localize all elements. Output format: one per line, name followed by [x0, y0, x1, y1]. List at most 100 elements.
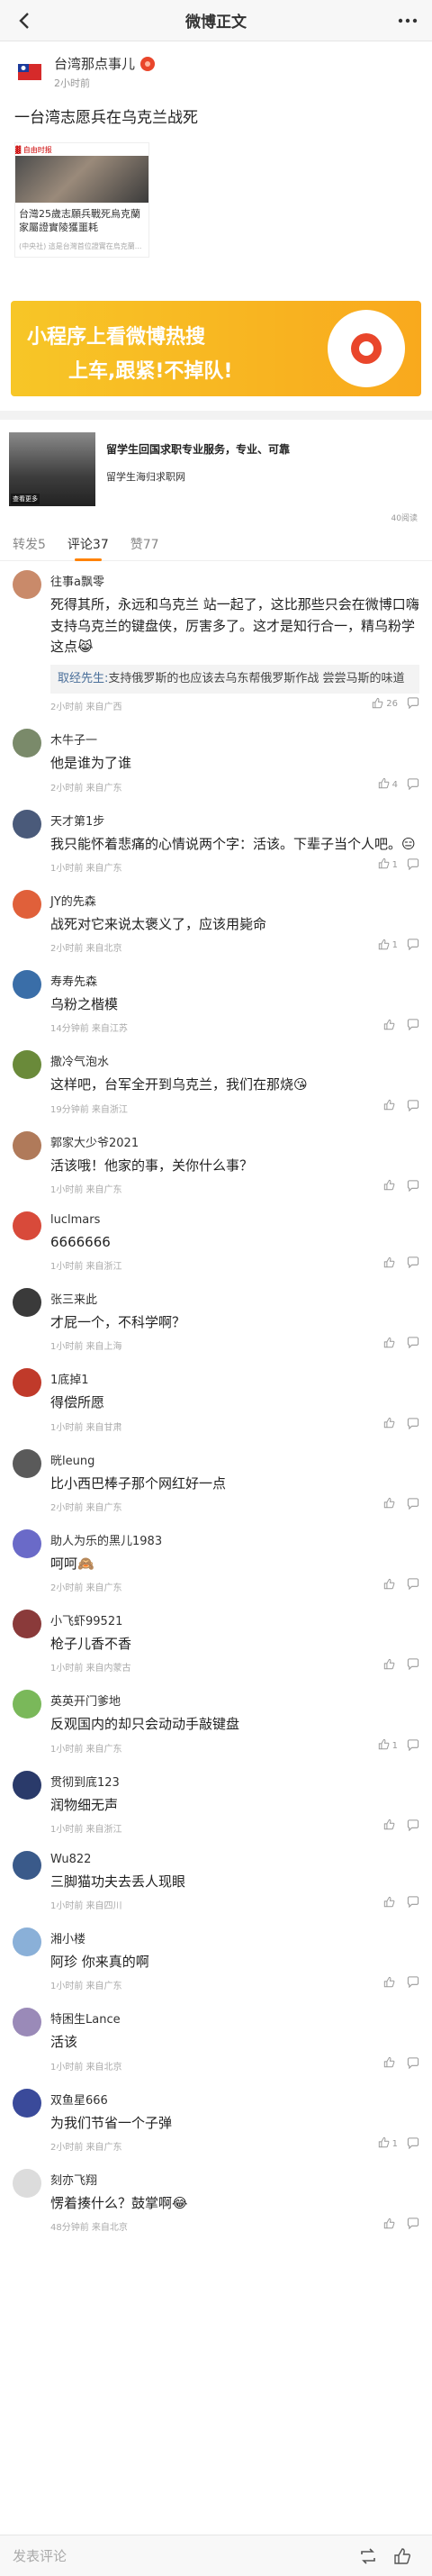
comment-like-button[interactable] — [383, 1819, 398, 1833]
comment-like-button[interactable] — [383, 1417, 398, 1431]
reply-icon[interactable] — [407, 1656, 419, 1673]
comment-like-button[interactable] — [383, 1337, 398, 1351]
commenter-avatar[interactable] — [13, 1770, 41, 1800]
commenter-name[interactable]: 撒冷气泡水 — [50, 1052, 419, 1069]
commenter-avatar[interactable] — [13, 1288, 41, 1318]
mini-program-banner[interactable]: 小程序上看微博热搜 上车,跟紧!不掉队! — [11, 301, 421, 397]
comment-item[interactable]: 张三来此 才屁一个，不科学啊？ 1小时前 来自上海 — [0, 1279, 432, 1359]
comment-like-button[interactable] — [383, 1099, 398, 1113]
comment-like-button[interactable] — [383, 1497, 398, 1511]
comment-item[interactable]: Wu822 三脚猫功夫去丢人现眼 1小时前 来自四川 — [0, 1842, 432, 1918]
reply-author[interactable]: 取经先生: — [58, 672, 108, 685]
comment-item[interactable]: 助人为乐的黑儿1983 呵呵🙈 2小时前 来自广东 — [0, 1520, 432, 1601]
commenter-avatar[interactable] — [13, 2008, 41, 2037]
commenter-avatar[interactable] — [13, 1927, 41, 1957]
reply-icon[interactable] — [407, 1416, 419, 1433]
comment-item[interactable]: 特困生Lance 活该 1小时前 来自北京 — [0, 1999, 432, 2079]
commenter-avatar[interactable] — [13, 1610, 41, 1639]
comment-item[interactable]: 英英开门爹地 反观国内的却只会动动手敲键盘 1小时前 来自广东 1 — [0, 1681, 432, 1761]
reply-icon[interactable] — [407, 1974, 419, 1991]
comment-item[interactable]: 双鱼星666 为我们节省一个子弹 2小时前 来自广东 1 — [0, 2080, 432, 2160]
comment-like-button[interactable]: 4 — [378, 777, 398, 792]
commenter-name[interactable]: 英英开门爹地 — [50, 1692, 419, 1709]
commenter-avatar[interactable] — [13, 1130, 41, 1160]
article-card[interactable]: ▓ 自由时报 台灣25歲志願兵戰死烏克蘭 家屬證實陵獲噩耗 (中央社) 這是台灣… — [14, 141, 149, 259]
commenter-avatar[interactable] — [13, 1690, 41, 1719]
commenter-avatar[interactable] — [13, 1528, 41, 1558]
comment-item[interactable]: 晄leung 比小西巴棒子那个网红好一点 2小时前 来自广东 — [0, 1440, 432, 1520]
commenter-name[interactable]: 往事a飘零 — [50, 572, 419, 589]
comment-like-button[interactable] — [383, 2056, 398, 2071]
comment-item[interactable]: 湘小楼 阿珍 你来真的啊 1小时前 来自广东 — [0, 1918, 432, 1999]
comment-like-button[interactable] — [383, 1019, 398, 1033]
repost-icon[interactable] — [351, 2547, 385, 2564]
commenter-avatar[interactable] — [13, 970, 41, 1000]
author-avatar[interactable] — [14, 57, 45, 87]
commenter-avatar[interactable] — [13, 1211, 41, 1240]
reply-box[interactable]: 取经先生:支持俄罗斯的也应该去乌东帮俄罗斯作战 尝尝马斯的味道 — [50, 665, 419, 694]
reply-icon[interactable] — [407, 2136, 419, 2153]
commenter-name[interactable]: 小飞虾99521 — [50, 1611, 419, 1628]
commenter-name[interactable]: 助人为乐的黑儿1983 — [50, 1531, 419, 1548]
comment-item[interactable]: 小飞虾99521 枪子儿香不香 1小时前 来自内蒙古 — [0, 1601, 432, 1681]
commenter-name[interactable]: 郭家大少爷2021 — [50, 1133, 419, 1150]
comment-like-button[interactable] — [383, 1256, 398, 1271]
reply-icon[interactable] — [407, 1576, 419, 1593]
post-author[interactable]: 台湾那点事儿 2小时前 — [14, 54, 418, 90]
reply-icon[interactable] — [407, 776, 419, 794]
comment-like-button[interactable] — [383, 2218, 398, 2232]
reply-icon[interactable] — [407, 2216, 419, 2233]
reply-icon[interactable] — [407, 1255, 419, 1272]
commenter-name[interactable]: 寿寿先森 — [50, 972, 419, 989]
comment-like-button[interactable]: 1 — [378, 939, 398, 953]
commenter-avatar[interactable] — [13, 2168, 41, 2198]
tab-likes[interactable]: 赞77 — [130, 529, 159, 561]
commenter-name[interactable]: 湘小楼 — [50, 1929, 419, 1946]
commenter-avatar[interactable] — [13, 570, 41, 600]
comment-like-button[interactable] — [383, 1658, 398, 1673]
comment-item[interactable]: 贯彻到底123 润物细无声 1小时前 来自浙江 — [0, 1762, 432, 1842]
comment-item[interactable]: JY的先森 战死对它来说太褒义了，应该用毙命 2小时前 来自北京 1 — [0, 881, 432, 961]
like-icon[interactable] — [385, 2547, 419, 2565]
comment-like-button[interactable] — [383, 1578, 398, 1592]
back-icon[interactable] — [11, 7, 38, 34]
commenter-avatar[interactable] — [13, 2088, 41, 2118]
comment-item[interactable]: 撒冷气泡水 这样吧，台军全开到乌克兰，我们在那烧😘 19分钟前 来自浙江 — [0, 1041, 432, 1121]
commenter-name[interactable]: 晄leung — [50, 1451, 419, 1468]
commenter-avatar[interactable] — [13, 1050, 41, 1080]
commenter-avatar[interactable] — [13, 1368, 41, 1398]
comment-like-button[interactable]: 1 — [378, 2136, 398, 2151]
commenter-name[interactable]: 刻亦飞翔 — [50, 2171, 419, 2188]
commenter-avatar[interactable] — [13, 1850, 41, 1880]
commenter-avatar[interactable] — [13, 729, 41, 758]
author-name[interactable]: 台湾那点事儿 — [54, 54, 135, 73]
tab-reposts[interactable]: 转发5 — [13, 529, 46, 561]
reply-icon[interactable] — [407, 695, 419, 712]
reply-icon[interactable] — [407, 1335, 419, 1352]
commenter-name[interactable]: luclmars — [50, 1213, 419, 1227]
commenter-name[interactable]: 1底掉1 — [50, 1370, 419, 1387]
comment-like-button[interactable] — [383, 1976, 398, 1991]
comment-item[interactable]: 往事a飘零 死得其所，永远和乌克兰 站一起了，这比那些只会在微博口嗨支持乌克兰的键… — [0, 561, 432, 720]
reply-icon[interactable] — [407, 1017, 419, 1034]
commenter-avatar[interactable] — [13, 809, 41, 839]
reply-icon[interactable] — [407, 1737, 419, 1755]
comment-like-button[interactable] — [383, 1896, 398, 1910]
reply-icon[interactable] — [407, 857, 419, 874]
reply-icon[interactable] — [407, 1178, 419, 1195]
commenter-name[interactable]: 木牛子一 — [50, 730, 419, 748]
comment-item[interactable]: luclmars 6666666 1小时前 来自浙江 — [0, 1202, 432, 1279]
comment-item[interactable]: 刻亦飞翔 愣着揍什么？鼓掌啊😂 48分钟前 来自北京 — [0, 2160, 432, 2240]
ad-card[interactable]: 查看更多 留学生回国求职专业服务，专业、可靠 留学生海归求职网 — [0, 420, 432, 512]
comment-item[interactable]: 天才第1步 我只能怀着悲痛的心情说两个字：活该。下辈子当个人吧。😑 1小时前 来自广… — [0, 801, 432, 881]
reply-icon[interactable] — [407, 2055, 419, 2073]
commenter-name[interactable]: 特困生Lance — [50, 2009, 419, 2027]
commenter-avatar[interactable] — [13, 889, 41, 919]
commenter-avatar[interactable] — [13, 1448, 41, 1478]
reply-icon[interactable] — [407, 937, 419, 954]
comment-like-button[interactable] — [383, 1179, 398, 1193]
tab-comments[interactable]: 评论37 — [68, 529, 109, 561]
comment-item[interactable]: 寿寿先森 乌粉之楷模 14分钟前 来自江苏 — [0, 961, 432, 1041]
commenter-name[interactable]: Wu822 — [50, 1853, 419, 1866]
comment-item[interactable]: 1底掉1 得偿所愿 1小时前 来自甘肃 — [0, 1359, 432, 1439]
